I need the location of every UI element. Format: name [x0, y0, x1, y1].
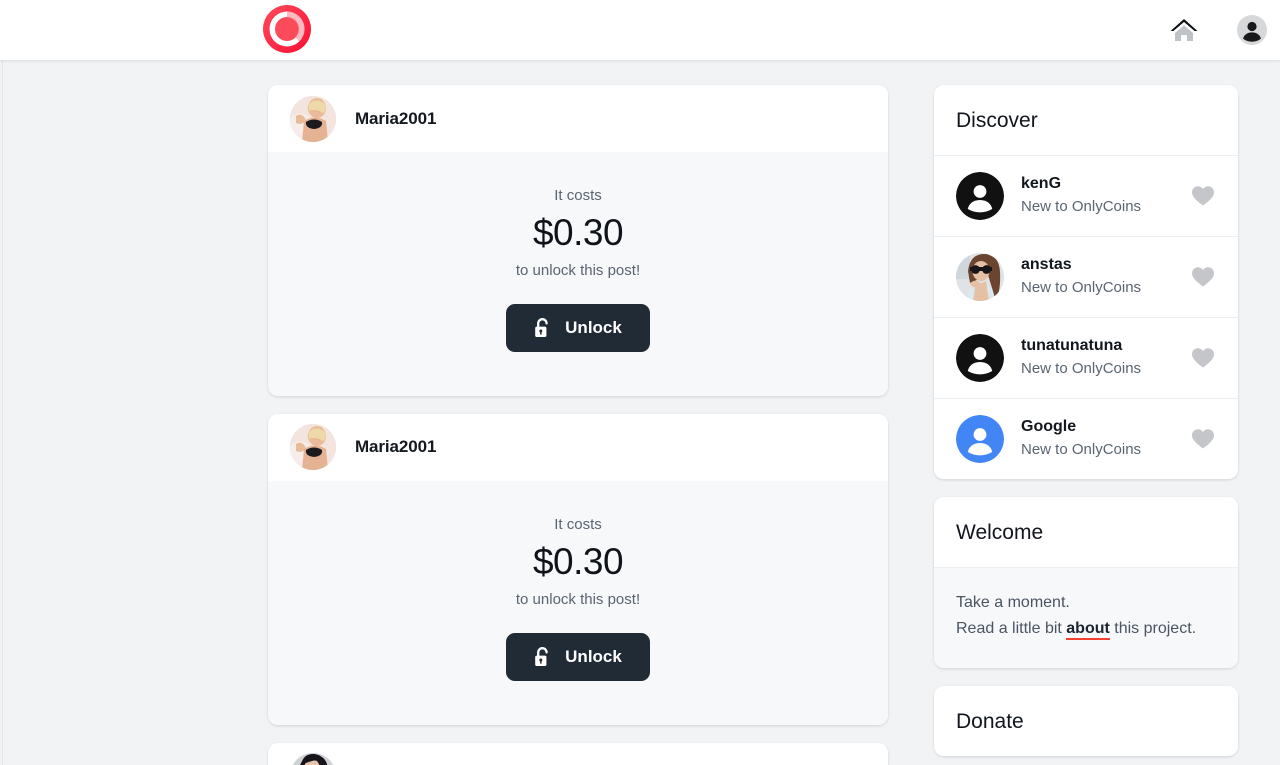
avatar [956, 334, 1004, 382]
donate-title: Donate [934, 685, 1238, 756]
heart-icon[interactable] [1190, 264, 1216, 290]
avatar[interactable] [290, 753, 336, 765]
cost-lead-text: It costs [554, 187, 602, 204]
post-card: Hana It costs $0.30 to unlock this post! [268, 742, 888, 765]
post-card: Maria2001 It costs $0.30 to unlock this … [268, 85, 888, 396]
post-feed: Maria2001 It costs $0.30 to unlock this … [268, 85, 888, 765]
discover-user-subtitle: New to OnlyCoins [1021, 279, 1142, 297]
post-username: Maria2001 [355, 437, 437, 457]
avatar[interactable] [290, 95, 336, 142]
post-locked-body: It costs $0.30 to unlock this post! Unlo… [268, 480, 888, 725]
discover-user-row[interactable]: tunatunatuna New to OnlyCoins [934, 317, 1238, 398]
unlock-button-label: Unlock [565, 317, 622, 337]
cost-amount: $0.30 [532, 211, 624, 253]
discover-title: Discover [934, 85, 1238, 155]
discover-user-subtitle: New to OnlyCoins [1021, 198, 1142, 216]
donate-panel: Donate [934, 685, 1238, 756]
discover-user-row[interactable]: kenG New to OnlyCoins [934, 155, 1238, 236]
unlock-button[interactable]: Unlock [506, 632, 650, 681]
discover-user-subtitle: New to OnlyCoins [1021, 360, 1142, 378]
welcome-line-1: Take a moment. [956, 594, 1070, 611]
discover-user-text: tunatunatuna New to OnlyCoins [1021, 336, 1190, 380]
welcome-line-2-after: this project. [1109, 619, 1197, 637]
unlock-button-label: Unlock [565, 646, 622, 666]
cost-amount: $0.30 [532, 540, 624, 582]
home-icon[interactable] [1156, 0, 1212, 60]
avatar [956, 172, 1004, 220]
post-locked-body: It costs $0.30 to unlock this post! Unlo… [268, 152, 888, 396]
post-username: Maria2001 [355, 108, 437, 128]
right-sidebar: Discover kenG New to OnlyCoins anstas Ne… [934, 85, 1238, 765]
discover-user-name: tunatunatuna [1021, 337, 1123, 355]
avatar [956, 415, 1004, 463]
header-actions [1156, 0, 1280, 60]
discover-user-name: kenG [1021, 175, 1062, 193]
cost-lead-text: It costs [554, 515, 602, 533]
unlock-button[interactable]: Unlock [506, 303, 650, 352]
cost-tail-text: to unlock this post! [515, 262, 641, 279]
discover-user-text: Google New to OnlyCoins [1021, 417, 1190, 461]
onlycoins-logo[interactable] [260, 2, 314, 56]
welcome-title: Welcome [934, 497, 1238, 567]
cost-tail-text: to unlock this post! [515, 590, 641, 608]
avatar [956, 253, 1004, 301]
discover-user-row[interactable]: anstas New to OnlyCoins [934, 236, 1238, 317]
heart-icon[interactable] [1190, 426, 1216, 452]
post-header: Hana [268, 742, 888, 765]
app-header [0, 0, 1280, 60]
discover-user-subtitle: New to OnlyCoins [1021, 441, 1142, 459]
post-header: Maria2001 [268, 413, 888, 481]
discover-user-text: anstas New to OnlyCoins [1021, 255, 1190, 299]
discover-user-name: Google [1021, 418, 1077, 436]
discover-panel: Discover kenG New to OnlyCoins anstas Ne… [934, 85, 1238, 479]
about-link[interactable]: about [1066, 619, 1110, 640]
discover-user-name: anstas [1021, 256, 1072, 274]
heart-icon[interactable] [1190, 345, 1216, 371]
open-padlock-icon [534, 317, 553, 339]
discover-user-row[interactable]: Google New to OnlyCoins [934, 398, 1238, 479]
post-card: Maria2001 It costs $0.30 to unlock this … [268, 413, 888, 725]
open-padlock-icon [534, 646, 553, 668]
welcome-body: Take a moment. Read a little bit about t… [934, 567, 1238, 668]
avatar[interactable] [290, 424, 336, 471]
left-rail-divider [2, 60, 3, 765]
discover-user-text: kenG New to OnlyCoins [1021, 174, 1190, 218]
welcome-panel: Welcome Take a moment. Read a little bit… [934, 497, 1238, 668]
account-avatar-icon[interactable] [1224, 0, 1280, 60]
welcome-line-2-before: Read a little bit [956, 619, 1067, 637]
heart-icon[interactable] [1190, 183, 1216, 209]
post-header: Maria2001 [268, 85, 888, 152]
page-body: Maria2001 It costs $0.30 to unlock this … [0, 60, 1280, 765]
